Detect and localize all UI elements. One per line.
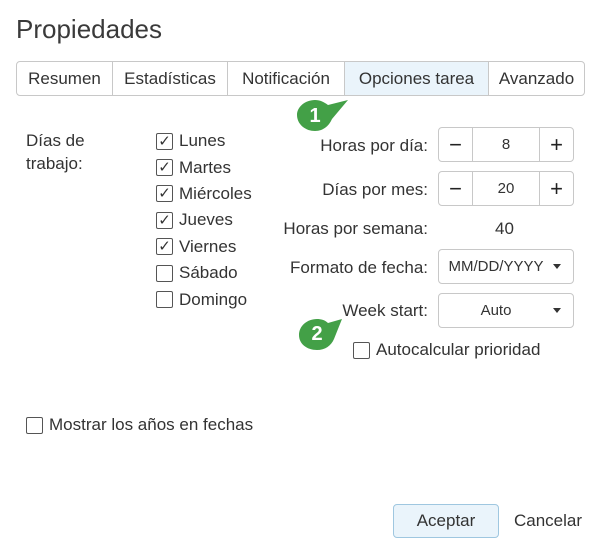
- hours-per-day-stepper: − 8 +: [438, 127, 574, 162]
- week-start-select[interactable]: Auto: [438, 293, 574, 328]
- callout-1-marker: 1: [296, 99, 348, 133]
- tab-bar: Resumen Estadísticas Notificación Opcion…: [16, 61, 585, 96]
- days-per-month-increment-button[interactable]: +: [539, 172, 573, 205]
- accept-button[interactable]: Aceptar: [393, 504, 499, 538]
- tab-resumen[interactable]: Resumen: [17, 62, 113, 95]
- hours-per-day-label: Horas por día:: [320, 136, 428, 155]
- day-label-lunes: Lunes: [179, 131, 226, 151]
- checkbox-sabado[interactable]: [156, 264, 173, 282]
- checkbox-domingo[interactable]: [156, 291, 173, 309]
- hours-per-day-decrement-button[interactable]: −: [439, 128, 473, 161]
- work-days-label: Días de trabajo:: [26, 129, 106, 175]
- day-label-martes: Martes: [179, 157, 231, 177]
- callout-2-number: 2: [311, 322, 323, 345]
- work-days-label-line1: Días de: [26, 131, 85, 150]
- dialog-title: Propiedades: [16, 14, 162, 44]
- callout-2-marker: 2: [298, 317, 342, 351]
- show-years-checkbox[interactable]: [26, 416, 43, 434]
- day-jueves[interactable]: ✓ Jueves: [156, 207, 252, 233]
- day-label-miercoles: Miércoles: [179, 183, 252, 203]
- day-viernes[interactable]: ✓ Viernes: [156, 234, 252, 260]
- callout-1-number: 1: [309, 104, 321, 127]
- work-days-label-line2: trabajo:: [26, 154, 83, 173]
- hours-per-week-label: Horas por semana:: [283, 219, 428, 238]
- week-start-value: Auto: [480, 302, 512, 319]
- chevron-down-icon: [553, 264, 561, 269]
- work-days-list: ✓ Lunes ✓ Martes ✓ Miércoles ✓ Jueves ✓ …: [156, 128, 252, 313]
- week-start-label: Week start:: [342, 301, 428, 320]
- cancel-button[interactable]: Cancelar: [514, 511, 582, 531]
- hours-per-day-increment-button[interactable]: +: [539, 128, 573, 161]
- day-label-viernes: Viernes: [179, 236, 237, 256]
- date-format-label: Formato de fecha:: [290, 258, 428, 277]
- auto-priority-option[interactable]: Autocalcular prioridad: [353, 340, 540, 360]
- day-domingo[interactable]: Domingo: [156, 286, 252, 312]
- checkbox-martes[interactable]: ✓: [156, 159, 173, 177]
- tab-estadisticas[interactable]: Estadísticas: [113, 62, 228, 95]
- checkbox-lunes[interactable]: ✓: [156, 132, 173, 150]
- day-sabado[interactable]: Sábado: [156, 260, 252, 286]
- day-label-sabado: Sábado: [179, 263, 238, 283]
- days-per-month-decrement-button[interactable]: −: [439, 172, 473, 205]
- hours-per-day-value[interactable]: 8: [473, 128, 539, 161]
- tab-avanzado[interactable]: Avanzado: [489, 62, 584, 95]
- checkbox-miercoles[interactable]: ✓: [156, 185, 173, 203]
- day-lunes[interactable]: ✓ Lunes: [156, 128, 252, 154]
- tab-notificacion[interactable]: Notificación: [228, 62, 345, 95]
- checkbox-viernes[interactable]: ✓: [156, 238, 173, 256]
- auto-priority-label: Autocalcular prioridad: [376, 340, 541, 359]
- chevron-down-icon: [553, 308, 561, 313]
- auto-priority-checkbox[interactable]: [353, 341, 370, 359]
- date-format-value: MM/DD/YYYY: [448, 258, 544, 275]
- show-years-label: Mostrar los años en fechas: [49, 415, 254, 434]
- date-format-select[interactable]: MM/DD/YYYY: [438, 249, 574, 284]
- day-martes[interactable]: ✓ Martes: [156, 154, 252, 180]
- days-per-month-value[interactable]: 20: [473, 172, 539, 205]
- day-miercoles[interactable]: ✓ Miércoles: [156, 181, 252, 207]
- checkbox-jueves[interactable]: ✓: [156, 211, 173, 229]
- day-label-domingo: Domingo: [179, 289, 248, 309]
- days-per-month-stepper: − 20 +: [438, 171, 574, 206]
- day-label-jueves: Jueves: [179, 210, 233, 230]
- hours-per-week-value: 40: [495, 219, 514, 238]
- show-years-option[interactable]: Mostrar los años en fechas: [26, 415, 253, 435]
- days-per-month-label: Días por mes:: [322, 180, 428, 199]
- tab-opciones-tarea[interactable]: Opciones tarea: [345, 62, 489, 95]
